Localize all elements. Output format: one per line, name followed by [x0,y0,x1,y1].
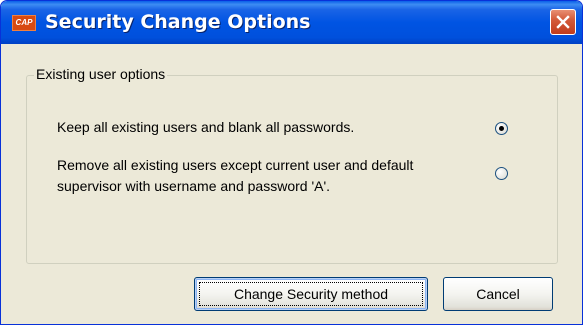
cap-app-icon: CAP [12,15,36,31]
cancel-button[interactable]: Cancel [443,277,553,311]
option-remove-users-radio[interactable] [495,167,508,180]
option-keep-users-radio[interactable] [495,122,508,135]
option-keep-users-label[interactable]: Keep all existing users and blank all pa… [57,117,354,138]
close-button[interactable] [550,9,576,35]
group-legend: Existing user options [34,65,168,83]
title-bar[interactable]: CAP Security Change Options [1,1,582,44]
radio-selected-dot [499,126,504,131]
option-remove-users-label[interactable]: Remove all existing users except current… [57,155,447,197]
change-security-method-button[interactable]: Change Security method [194,277,428,311]
cancel-label: Cancel [476,286,520,302]
close-icon [556,15,570,29]
focus-rectangle [199,282,423,306]
security-change-options-dialog: CAP Security Change Options Existing use… [0,0,583,325]
window-title: Security Change Options [45,11,311,33]
